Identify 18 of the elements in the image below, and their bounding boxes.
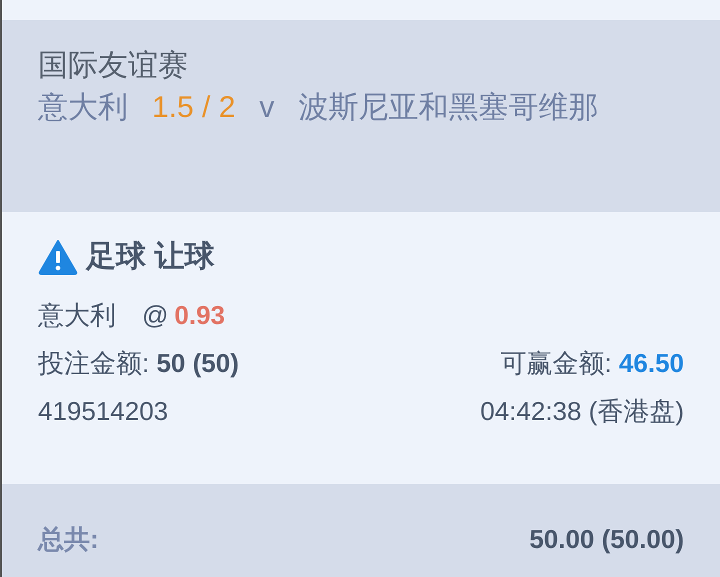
ticket-number: 419514203 <box>38 394 168 428</box>
away-team: 波斯尼亚和黑塞哥维那 <box>298 91 598 124</box>
stake-value: 50 (50) <box>156 348 239 378</box>
odds-value: 0.93 <box>174 299 226 332</box>
win-value: 46.50 <box>618 348 684 378</box>
stake-label: 投注金额: <box>38 348 150 378</box>
at-sign: @ <box>142 299 168 332</box>
total-label: 总共: <box>38 523 99 556</box>
handicap-line: 1.5 / 2 <box>152 91 236 124</box>
warning-icon <box>38 238 78 274</box>
bet-type-title: 足球 让球 <box>86 239 214 275</box>
league-name: 国际友谊赛 <box>38 49 188 82</box>
selection-name: 意大利 <box>38 299 116 332</box>
total-value: 50.00 (50.00) <box>529 523 684 556</box>
versus-label: v <box>259 91 274 124</box>
home-team: 意大利 <box>38 91 128 124</box>
win-label: 可赢金额: <box>500 348 612 378</box>
bet-time: 04:42:38 (香港盘) <box>480 394 684 428</box>
